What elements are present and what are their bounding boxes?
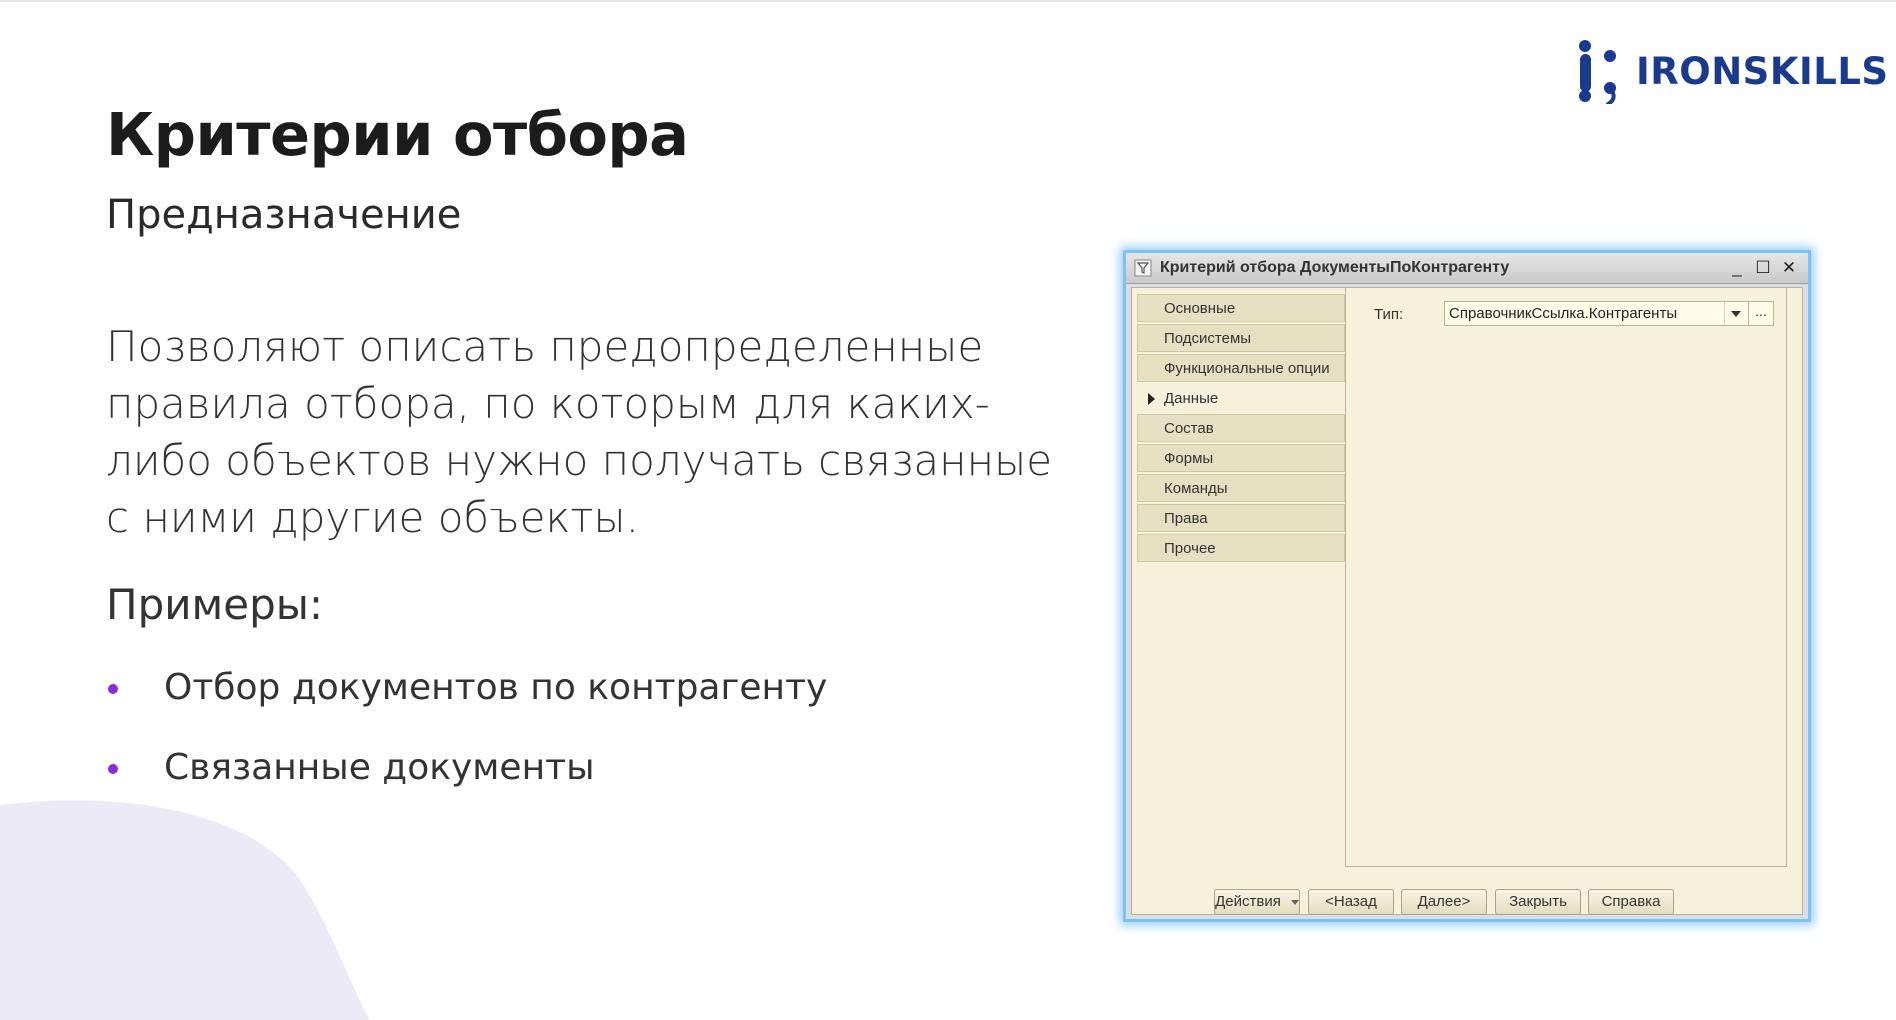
window-nav: Основные Подсистемы Функциональные опции… [1137, 294, 1345, 564]
nav-item-forms[interactable]: Формы [1137, 444, 1345, 472]
examples-list: Отбор документов по контрагенту Связанны… [106, 664, 827, 824]
current-section-arrow-icon [1148, 393, 1155, 405]
nav-item-label: Функциональные опции [1164, 360, 1330, 377]
data-panel: Тип: СправочникСсылка.Контрагенты ... [1345, 288, 1787, 867]
nav-item-commands[interactable]: Команды [1137, 474, 1345, 502]
nav-item-label: Подсистемы [1164, 330, 1252, 347]
actions-button-label: Действия [1215, 893, 1281, 910]
page-title: Критерии отбора [106, 100, 689, 169]
nav-item-main[interactable]: Основные [1137, 294, 1345, 322]
back-button[interactable]: <Назад [1308, 889, 1394, 915]
close-window-button[interactable]: ✕ [1778, 257, 1800, 279]
nav-item-label: Команды [1164, 480, 1228, 497]
dropdown-arrow-icon[interactable] [1724, 302, 1747, 325]
nav-item-rights[interactable]: Права [1137, 504, 1345, 532]
nav-item-data[interactable]: Данные [1137, 384, 1345, 412]
top-divider [0, 0, 1896, 2]
next-button[interactable]: Далее> [1401, 889, 1487, 915]
list-item-text: Отбор документов по контрагенту [164, 667, 828, 708]
examples-heading: Примеры: [106, 580, 324, 629]
select-more-button[interactable]: ... [1748, 302, 1773, 325]
type-field-label: Тип: [1374, 306, 1404, 323]
ironskills-logo-icon [1579, 40, 1616, 104]
bullet-dot-icon [108, 764, 118, 774]
page-subtitle: Предназначение [106, 192, 462, 238]
type-field[interactable]: СправочникСсылка.Контрагенты ... [1444, 301, 1774, 326]
description-paragraph: Позволяют описать предопределенные прави… [106, 322, 1053, 542]
close-button[interactable]: Закрыть [1495, 889, 1581, 915]
actions-button[interactable]: Действия [1214, 889, 1300, 915]
filter-criterion-window: Критерий отбора ДокументыПоКонтрагенту _… [1123, 250, 1811, 922]
nav-item-label: Формы [1164, 450, 1214, 467]
minimize-button[interactable]: _ [1726, 257, 1748, 279]
nav-item-label: Состав [1164, 420, 1214, 437]
maximize-button[interactable]: ☐ [1752, 257, 1774, 279]
window-body: Основные Подсистемы Функциональные опции… [1131, 287, 1803, 915]
window-titlebar[interactable]: Критерий отбора ДокументыПоКонтрагенту _… [1126, 253, 1808, 284]
list-item: Отбор документов по контрагенту [106, 664, 827, 744]
list-item: Связанные документы [106, 744, 827, 824]
bullet-dot-icon [108, 684, 118, 694]
ironskills-logo: IRONSKILLS [1572, 38, 1889, 104]
nav-item-label: Данные [1164, 390, 1219, 407]
list-item-text: Связанные документы [164, 747, 595, 788]
nav-item-other[interactable]: Прочее [1137, 534, 1345, 562]
nav-item-subsystems[interactable]: Подсистемы [1137, 324, 1345, 352]
window-title: Критерий отбора ДокументыПоКонтрагенту [1160, 259, 1510, 276]
logo-text: IRONSKILLS [1636, 49, 1889, 93]
nav-item-functional-options[interactable]: Функциональные опции [1137, 354, 1345, 382]
nav-item-composition[interactable]: Состав [1137, 414, 1345, 442]
nav-item-label: Основные [1164, 300, 1236, 317]
nav-item-label: Права [1164, 510, 1208, 527]
type-field-value: СправочникСсылка.Контрагенты [1449, 305, 1678, 322]
help-button[interactable]: Справка [1588, 889, 1674, 915]
chevron-down-icon [1290, 899, 1299, 905]
nav-item-label: Прочее [1164, 540, 1216, 557]
filter-criterion-icon [1134, 259, 1152, 277]
